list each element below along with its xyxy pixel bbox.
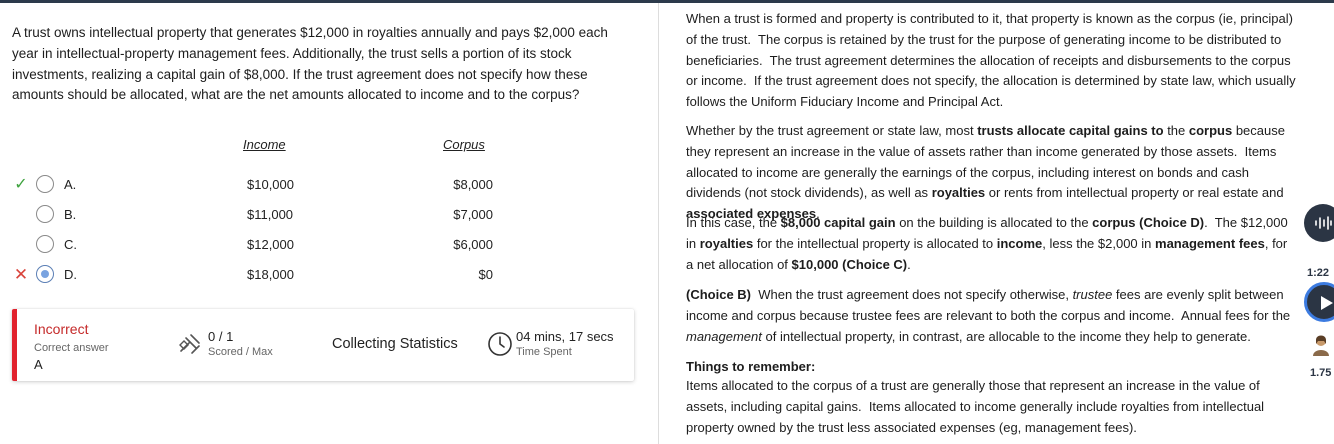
option-corpus: $6,000 (453, 237, 493, 252)
option-letter: C. (64, 237, 77, 252)
correct-answer-label: Correct answer (34, 342, 109, 354)
radio-button[interactable] (36, 205, 54, 223)
avatar-icon[interactable] (1311, 334, 1331, 356)
answer-option-d[interactable]: ✕ D. $18,000 $0 (0, 262, 640, 292)
audio-wave-icon (1315, 216, 1332, 230)
radio-button-selected[interactable] (36, 265, 54, 283)
option-income: $18,000 (247, 267, 294, 282)
score-label: Scored / Max (208, 346, 273, 358)
answer-option-a[interactable]: ✓ A. $10,000 $8,000 (0, 172, 640, 202)
time-spent-label: Time Spent (516, 346, 572, 358)
option-letter: B. (64, 207, 77, 222)
option-letter: A. (64, 177, 77, 192)
corpus-column-header: Corpus (443, 137, 485, 152)
option-income: $12,000 (247, 237, 294, 252)
question-pane: A trust owns intellectual property that … (0, 3, 658, 444)
pane-divider (658, 3, 659, 444)
collecting-statistics: Collecting Statistics (332, 336, 458, 352)
score-value: 0 / 1 (208, 329, 234, 344)
incorrect-indicator-bar (12, 309, 17, 381)
explanation-paragraph: When a trust is formed and property is c… (686, 11, 1296, 110)
correct-answer-value: A (34, 357, 43, 372)
result-stats-card: Incorrect Correct answer A 0 / 1 Scored … (12, 309, 634, 381)
option-corpus: $7,000 (453, 207, 493, 222)
explanation-paragraph: (Choice B) When the trust agreement does… (686, 287, 1291, 344)
things-to-remember-text: Items allocated to the corpus of a trust… (686, 378, 1265, 435)
income-column-header: Income (243, 137, 286, 152)
radio-button[interactable] (36, 175, 54, 193)
clock-icon (488, 332, 512, 356)
score-icon (179, 334, 200, 354)
incorrect-x-icon: ✕ (13, 265, 29, 284)
explanation-paragraph: Whether by the trust agreement or state … (686, 123, 1285, 222)
correct-check-icon: ✓ (14, 176, 28, 193)
result-status: Incorrect (34, 321, 89, 337)
play-button[interactable] (1304, 282, 1334, 322)
answer-option-b[interactable]: B. $11,000 $7,000 (0, 202, 640, 232)
option-corpus: $8,000 (453, 177, 493, 192)
radio-button[interactable] (36, 235, 54, 253)
answer-option-c[interactable]: C. $12,000 $6,000 (0, 232, 640, 262)
option-letter: D. (64, 267, 77, 282)
playback-time: 1:22 (1307, 267, 1330, 279)
audio-wave-button[interactable] (1304, 204, 1334, 242)
option-income: $11,000 (247, 207, 294, 222)
things-to-remember-heading: Things to remember: (686, 359, 816, 374)
option-corpus: $0 (478, 267, 493, 282)
option-income: $10,000 (247, 177, 294, 192)
playback-speed[interactable]: 1.75 (1310, 367, 1331, 379)
time-spent-value: 04 mins, 17 secs (516, 329, 614, 344)
explanation-paragraph: In this case, the $8,000 capital gain on… (686, 215, 1288, 272)
question-stem: A trust owns intellectual property that … (12, 25, 608, 103)
